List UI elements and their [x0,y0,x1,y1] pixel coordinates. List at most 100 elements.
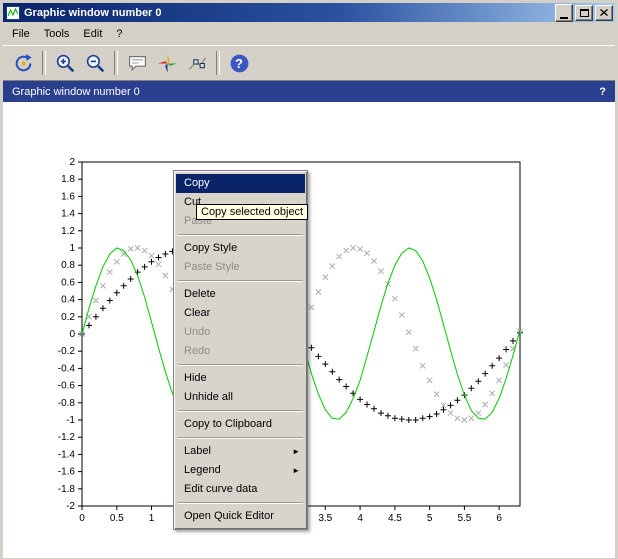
infobar: Graphic window number 0 ? [3,81,615,102]
figure-canvas[interactable]: 00.511.522.533.544.555.5621.81.61.41.210… [3,102,615,558]
svg-text:4.5: 4.5 [388,513,402,524]
plot-svg: 00.511.522.533.544.555.5621.81.61.41.210… [58,157,523,524]
zoom-in-button[interactable] [50,48,80,78]
context-menu-item-undo[interactable]: Undo [176,323,305,342]
help-button[interactable]: ? [224,48,254,78]
window-title: Graphic window number 0 [24,6,162,19]
context-menu-item-label: Redo [184,345,211,357]
context-menu-item-copy-to-clipboard[interactable]: Copy to Clipboard [176,415,305,434]
svg-text:-1.6: -1.6 [58,467,76,478]
context-menu-item-label: Unhide all [184,391,233,403]
toolbar-separator [216,51,220,75]
context-menu-separator [176,407,305,415]
context-menu-item-hide[interactable]: Hide [176,369,305,388]
svg-text:-1.2: -1.2 [58,432,76,443]
svg-text:-0.2: -0.2 [58,346,76,357]
svg-text:-1: -1 [66,415,75,426]
svg-text:0: 0 [79,513,85,524]
context-menu-item-label: Hide [184,372,207,384]
svg-text:-1.8: -1.8 [58,484,76,495]
maximize-icon [579,8,589,17]
svg-text:0: 0 [69,329,75,340]
svg-text:6: 6 [496,513,502,524]
context-menu-item-copy[interactable]: Copy [176,174,305,193]
svg-text:-0.4: -0.4 [58,363,76,374]
quick-editor-button[interactable] [152,48,182,78]
svg-text:1.2: 1.2 [61,226,75,237]
context-menu-item-unhide-all[interactable]: Unhide all [176,388,305,407]
svg-text:3.5: 3.5 [318,513,332,524]
svg-text:0.4: 0.4 [61,295,75,306]
context-menu-item-label: Edit curve data [184,483,258,495]
context-menu-item-label: Clear [184,307,211,319]
context-menu-item-edit-curve-data[interactable]: Edit curve data [176,480,305,499]
svg-text:5: 5 [427,513,433,524]
menubar-item-[interactable]: ? [109,25,129,43]
svg-text:2: 2 [69,157,75,168]
help-icon: ? [229,53,250,74]
close-button[interactable] [595,4,613,21]
context-menu-item-copy-style[interactable]: Copy Style [176,239,305,258]
tooltip: Copy selected object [196,204,309,220]
minimize-icon [560,16,568,19]
svg-text:1.6: 1.6 [61,191,75,202]
svg-text:-2: -2 [66,501,75,512]
submenu-arrow-icon: ► [292,447,300,456]
svg-text:4: 4 [357,513,363,524]
zoom-out-icon [85,53,106,74]
quick-editor-icon [157,53,178,74]
context-menu-item-label: Copy [184,177,210,189]
context-menu-item-label[interactable]: Label ► [176,442,305,461]
svg-text:1.4: 1.4 [61,209,75,220]
svg-text:1: 1 [149,513,155,524]
menubar-item-file[interactable]: File [5,25,37,43]
toolbar-separator [42,51,46,75]
svg-text:0.5: 0.5 [110,513,124,524]
context-menu-item-label: Undo [184,326,211,338]
menubar-item-edit[interactable]: Edit [76,25,109,43]
svg-text:-0.8: -0.8 [58,398,76,409]
close-icon [600,9,608,16]
graphics-editor-button[interactable] [122,48,152,78]
svg-text:0.8: 0.8 [61,260,75,271]
infobar-text: Graphic window number 0 [12,85,140,98]
help-glyph: ? [235,55,243,71]
graphic-window: Graphic window number 0 File Tools Edit? ?… [0,0,618,559]
graphics-editor-icon [127,53,148,74]
zoom-out-button[interactable] [80,48,110,78]
datatips-button[interactable] [182,48,212,78]
context-menu-item-label: Legend [184,464,221,476]
context-menu-item-label: Label [184,445,211,457]
infobar-help-icon[interactable]: ? [599,86,606,98]
context-menu-separator [176,277,305,285]
context-menu-item-redo[interactable]: Redo [176,342,305,361]
menubar: File Tools Edit? [3,22,615,45]
context-menu-item-paste-style[interactable]: Paste Style [176,258,305,277]
datatips-icon [187,53,208,74]
svg-text:1: 1 [69,243,75,254]
toolbar-separator [114,51,118,75]
svg-text:0.6: 0.6 [61,277,75,288]
titlebar[interactable]: Graphic window number 0 [3,3,615,22]
rotate-icon [13,53,34,74]
svg-text:5.5: 5.5 [457,513,471,524]
minimize-button[interactable] [555,3,573,22]
context-menu-item-open-quick-editor[interactable]: Open Quick Editor [176,507,305,526]
context-menu-separator [176,499,305,507]
menubar-item-tools[interactable]: Tools [37,25,77,43]
context-menu-item-clear[interactable]: Clear [176,304,305,323]
context-menu-item-label: Open Quick Editor [184,510,274,522]
context-menu-item-label: Copy to Clipboard [184,418,273,430]
maximize-button[interactable] [575,4,593,21]
context-menu-item-label: Delete [184,288,216,300]
context-menu-item-label: Paste Style [184,261,240,273]
context-menu-separator [176,434,305,442]
context-menu-item-label: Copy Style [184,242,238,254]
window-controls [555,3,613,22]
context-menu-item-legend[interactable]: Legend ► [176,461,305,480]
svg-text:-0.6: -0.6 [58,381,76,392]
context-menu-separator [176,361,305,369]
rotate-button[interactable] [8,48,38,78]
svg-text:1.8: 1.8 [61,174,75,185]
context-menu-item-delete[interactable]: Delete [176,285,305,304]
